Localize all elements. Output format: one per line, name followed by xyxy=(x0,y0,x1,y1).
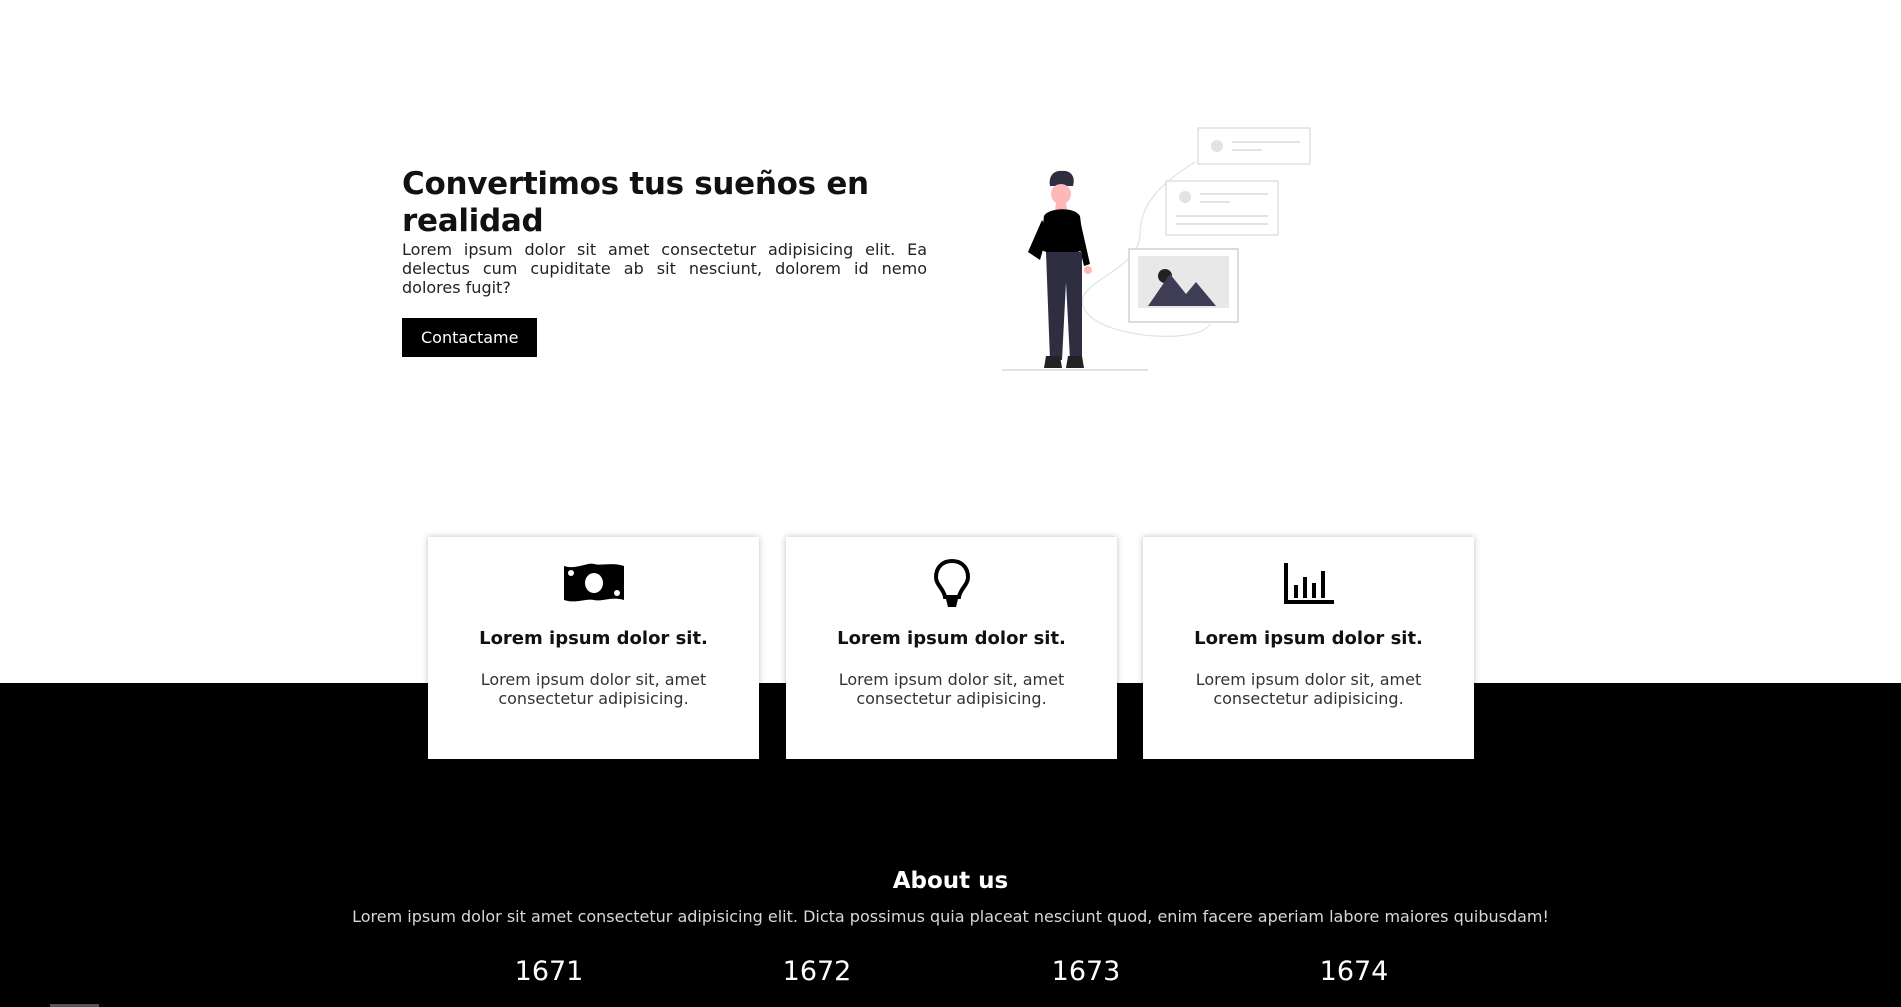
hero-illustration xyxy=(1002,127,1311,371)
about-text: Lorem ipsum dolor sit amet consectetur a… xyxy=(352,907,1549,926)
card-text: Lorem ipsum dolor sit, amet consectetur … xyxy=(838,670,1065,708)
card-title: Lorem ipsum dolor sit. xyxy=(479,628,708,649)
feature-card: Lorem ipsum dolor sit. Lorem ipsum dolor… xyxy=(428,537,759,759)
hero-title: Convertimos tus sueños en realidad xyxy=(402,166,869,239)
stat-value: 1673 xyxy=(1051,956,1121,987)
card-text: Lorem ipsum dolor sit, amet consectetur … xyxy=(480,670,707,708)
feature-cards: Lorem ipsum dolor sit. Lorem ipsum dolor… xyxy=(428,537,1476,759)
card-text: Lorem ipsum dolor sit, amet consectetur … xyxy=(1195,670,1422,708)
bar-chart-icon xyxy=(1277,557,1341,609)
money-icon xyxy=(562,557,626,609)
card-title: Lorem ipsum dolor sit. xyxy=(837,628,1066,649)
stat-value: 1671 xyxy=(514,956,584,987)
hero-text-block: Convertimos tus sueños en realidad Lorem… xyxy=(402,166,927,357)
contact-button[interactable]: Contactame xyxy=(402,318,538,357)
stat-value: 1672 xyxy=(782,956,852,987)
card-title: Lorem ipsum dolor sit. xyxy=(1194,628,1423,649)
stat-value: 1674 xyxy=(1319,956,1389,987)
hero-description: Lorem ipsum dolor sit amet consectetur a… xyxy=(402,240,927,297)
feature-card: Lorem ipsum dolor sit. Lorem ipsum dolor… xyxy=(1143,537,1474,759)
lightbulb-icon xyxy=(920,557,984,609)
stats-row: 1671 1672 1673 1674 xyxy=(0,956,1901,996)
feature-card: Lorem ipsum dolor sit. Lorem ipsum dolor… xyxy=(786,537,1117,759)
about-title: About us xyxy=(892,868,1009,894)
